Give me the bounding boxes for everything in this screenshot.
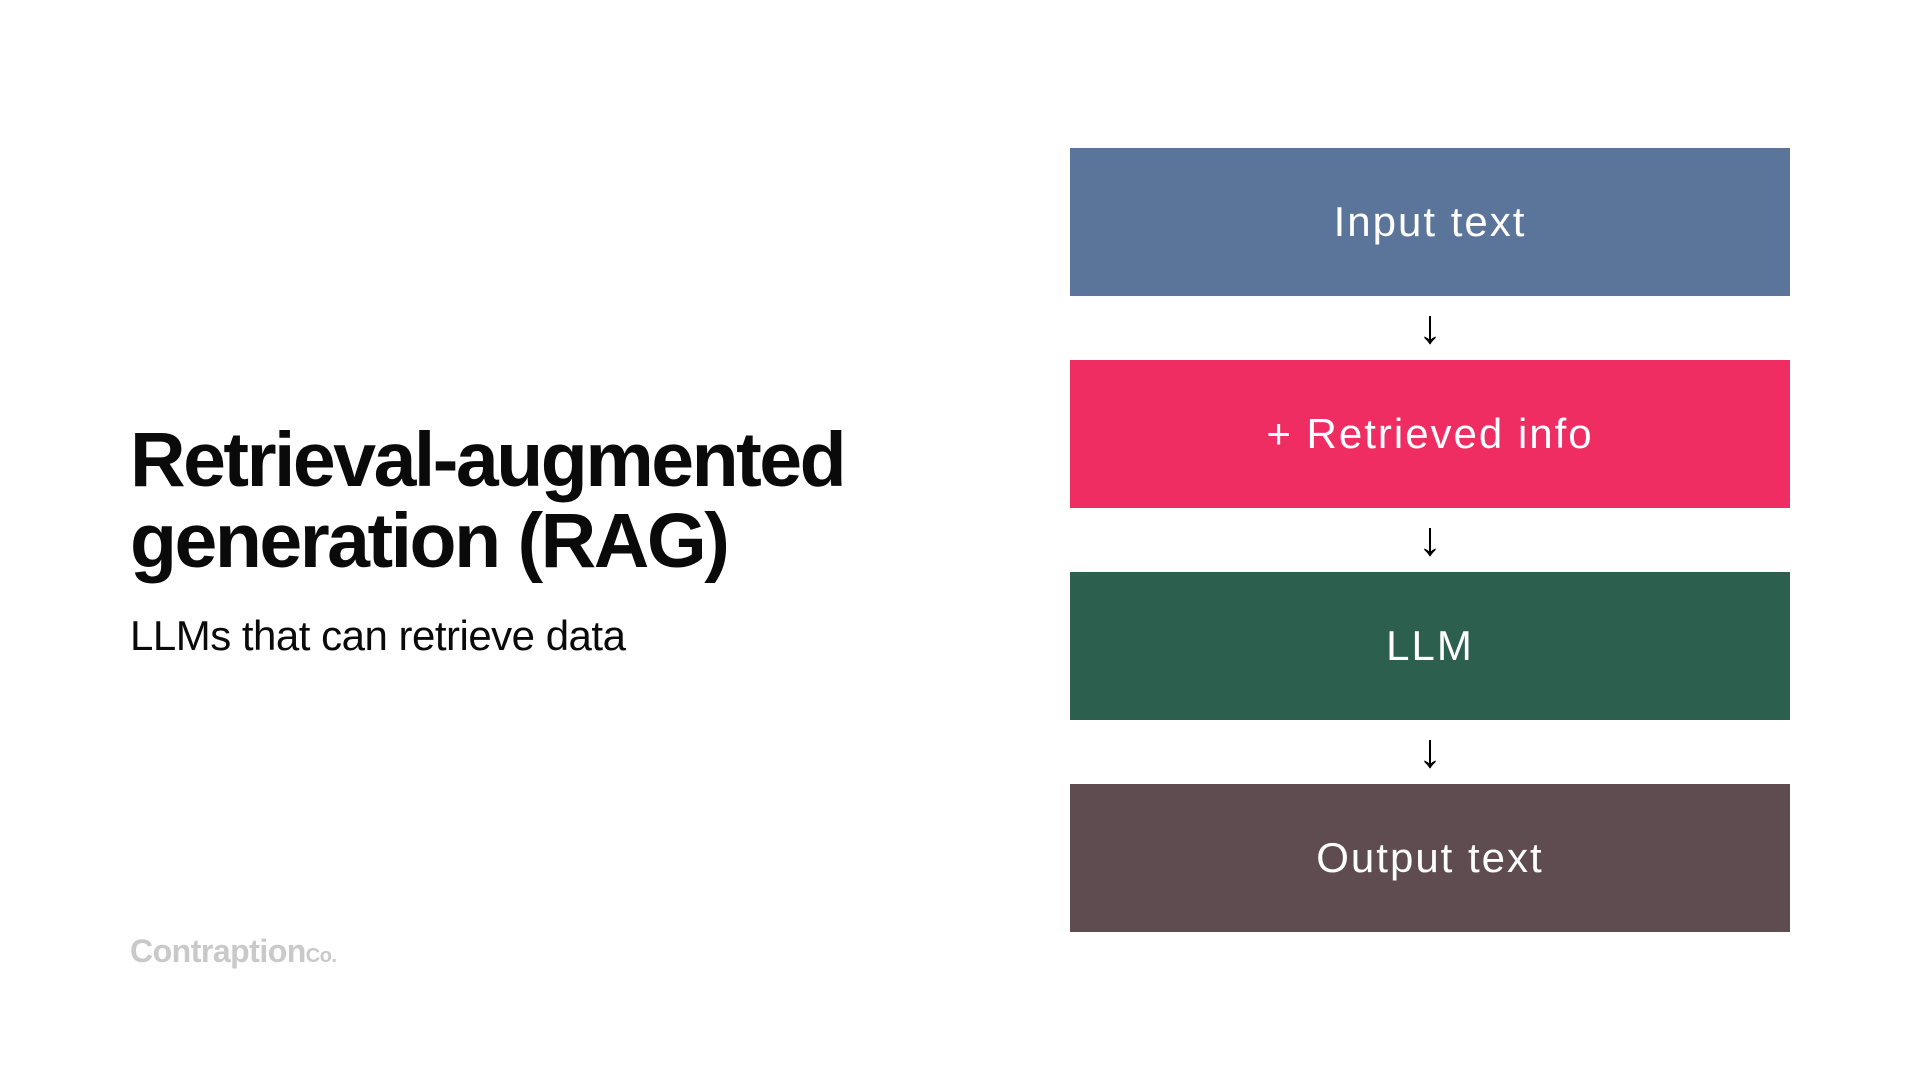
left-panel: Retrieval-augmented generation (RAG) LLM… (130, 420, 870, 660)
flow-box-input: Input text (1070, 148, 1790, 296)
flow-box-output: Output text (1070, 784, 1790, 932)
brand-suffix: Co. (306, 945, 337, 967)
diagram-container: Retrieval-augmented generation (RAG) LLM… (0, 148, 1920, 932)
flow-box-llm: LLM (1070, 572, 1790, 720)
flow-box-retrieved: + Retrieved info (1070, 360, 1790, 508)
title-line-2: generation (RAG) (130, 498, 727, 584)
arrow-down-icon: ↓ (1418, 516, 1442, 564)
title-line-1: Retrieval-augmented (130, 417, 844, 503)
flow-diagram: Input text ↓ + Retrieved info ↓ LLM ↓ Ou… (1070, 148, 1790, 932)
page-subtitle: LLMs that can retrieve data (130, 612, 870, 660)
brand-logo: ContraptionCo. (130, 933, 337, 970)
page-title: Retrieval-augmented generation (RAG) (130, 420, 870, 582)
arrow-down-icon: ↓ (1418, 728, 1442, 776)
brand-name: Contraption (130, 933, 306, 969)
arrow-down-icon: ↓ (1418, 304, 1442, 352)
